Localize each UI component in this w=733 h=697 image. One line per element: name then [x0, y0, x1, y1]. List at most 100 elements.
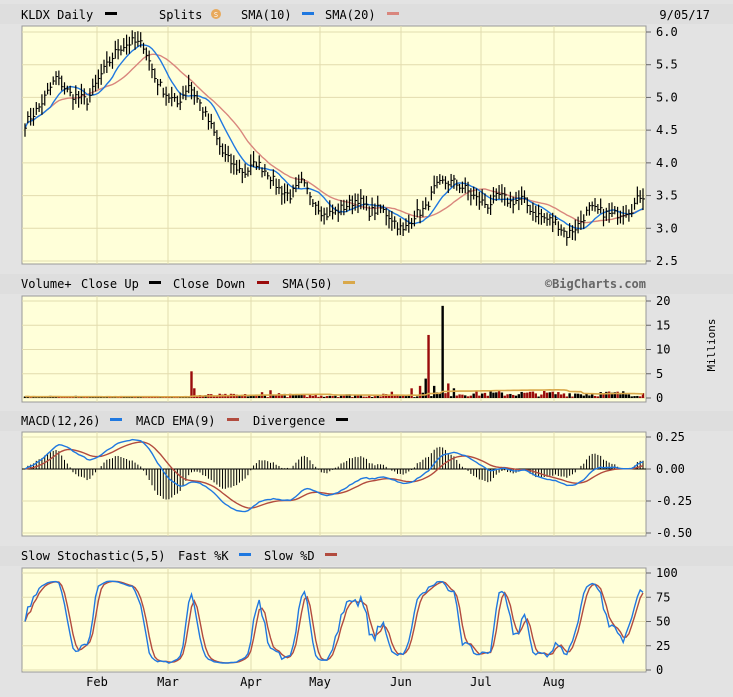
volume-bar — [523, 393, 525, 398]
volume-bar — [549, 392, 551, 398]
volume-bar — [317, 397, 319, 398]
x-tick-aug: Aug — [543, 675, 565, 689]
volume-bar — [616, 392, 618, 398]
legend-macd-ema: MACD EMA(9) — [136, 414, 215, 428]
volume-bar — [484, 393, 486, 398]
volume-bar — [419, 386, 421, 398]
legend-sma20-swatch — [387, 12, 399, 15]
volume-bar — [441, 306, 443, 398]
volume-bar — [320, 396, 322, 398]
volume-bar — [343, 396, 345, 398]
volume-bar — [453, 388, 455, 398]
stoch-axis-tick-label: 25 — [656, 639, 670, 653]
volume-bar — [393, 396, 395, 398]
price-axis-tick-label: 2.5 — [656, 254, 678, 268]
volume-bar — [266, 397, 268, 398]
stoch-axis-tick-label: 50 — [656, 615, 670, 629]
macd-panel-header — [0, 411, 733, 431]
volume-bar — [416, 396, 418, 398]
volume-bar — [554, 394, 556, 398]
volume-bar — [588, 395, 590, 398]
x-tick-mar: Mar — [157, 675, 179, 689]
stoch-axis-tick-label: 0 — [656, 663, 663, 677]
stoch-axis-tick-label: 75 — [656, 590, 670, 604]
stochastic-panel — [22, 568, 646, 672]
volume-bar — [464, 395, 466, 398]
volume-bar — [631, 396, 633, 398]
price-axis-tick-label: 3.0 — [656, 221, 678, 235]
volume-bar — [526, 393, 528, 398]
legend-stochastic: Slow Stochastic(5,5) — [21, 549, 166, 563]
volume-bar — [269, 390, 271, 398]
volume-bar — [619, 394, 621, 398]
volume-bar — [362, 397, 364, 398]
volume-bar — [636, 396, 638, 398]
volume-axis-tick-label: 15 — [656, 318, 670, 332]
legend-splits: Splits — [159, 8, 202, 22]
volume-bar — [597, 396, 599, 398]
volume-bar — [520, 392, 522, 398]
volume-bar — [374, 396, 376, 398]
volume-bar — [312, 396, 314, 398]
volume-bar — [190, 371, 192, 398]
price-axis-tick-label: 6.0 — [656, 25, 678, 39]
stock-chart: KLDX Daily Splits S SMA(10) SMA(20) 9/05… — [0, 0, 733, 694]
legend-vol-sma50-swatch — [343, 281, 355, 284]
macd-axis-tick-label: -0.50 — [656, 526, 692, 540]
volume-unit-label: Millions — [705, 319, 718, 372]
legend-macd-ema-swatch — [227, 418, 239, 421]
volume-bar — [354, 396, 356, 398]
legend-close-up-swatch — [149, 281, 161, 284]
x-tick-jun: Jun — [390, 675, 412, 689]
volume-bar — [286, 397, 288, 398]
volume-bar — [405, 396, 407, 398]
volume-bar — [543, 391, 545, 398]
volume-bar — [444, 393, 446, 398]
legend-slow-d: Slow %D — [264, 549, 315, 563]
volume-bar — [408, 396, 410, 398]
volume-bar — [351, 397, 353, 398]
volume-bar — [481, 394, 483, 398]
volume-bar — [583, 396, 585, 398]
stoch-axis-tick-label: 100 — [656, 566, 678, 580]
macd-panel — [22, 432, 646, 536]
volume-bar — [489, 391, 491, 398]
legend-fast-k-swatch — [239, 553, 251, 556]
volume-bar — [399, 396, 401, 398]
macd-axis-tick-label: -0.25 — [656, 494, 692, 508]
legend-divergence: Divergence — [253, 414, 325, 428]
volume-bar — [560, 394, 562, 398]
x-tick-feb: Feb — [86, 675, 108, 689]
price-axis-tick-label: 4.0 — [656, 156, 678, 170]
volume-bar — [639, 396, 641, 398]
legend-volume: Volume+ — [21, 277, 72, 291]
volume-axis-tick-label: 0 — [656, 391, 663, 405]
volume-bar — [331, 396, 333, 398]
volume-bar — [368, 396, 370, 398]
legend-ticker: KLDX Daily — [21, 8, 93, 22]
legend-vol-sma50: SMA(50) — [282, 277, 333, 291]
volume-bar — [506, 394, 508, 398]
legend-close-up: Close Up — [81, 277, 139, 291]
volume-bar — [537, 397, 539, 398]
volume-bar — [323, 397, 325, 398]
volume-bar — [495, 392, 497, 398]
volume-bar — [551, 392, 553, 398]
volume-bar — [518, 394, 520, 398]
legend-macd: MACD(12,26) — [21, 414, 100, 428]
legend-sma20: SMA(20) — [325, 8, 376, 22]
legend-close-down: Close Down — [173, 277, 245, 291]
volume-bar — [504, 396, 506, 398]
splits-icon-glyph: S — [214, 11, 218, 19]
volume-bar — [475, 391, 477, 398]
volume-bar — [427, 335, 429, 398]
volume-bar — [498, 391, 500, 398]
volume-bar — [467, 396, 469, 398]
volume-bar — [501, 393, 503, 398]
volume-bar — [458, 394, 460, 398]
volume-bar — [512, 395, 514, 398]
legend-sma10: SMA(10) — [241, 8, 292, 22]
x-tick-apr: Apr — [240, 675, 262, 689]
volume-bar — [456, 396, 458, 398]
volume-bar — [571, 397, 573, 398]
